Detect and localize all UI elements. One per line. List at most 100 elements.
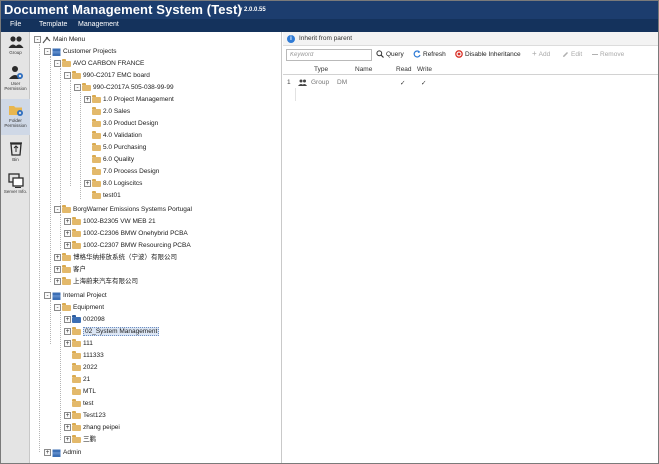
tree-node-test01[interactable]: test01 [84,190,121,201]
tree-node-process-design[interactable]: 7.0 Process Design [84,166,159,177]
edit-button[interactable]: Edit [562,50,582,60]
tree-node-zhang-peipei[interactable]: + zhang peipei [64,422,120,433]
add-button[interactable]: + Add [532,50,550,60]
tree-node-990-c2017a[interactable]: -990-C2017A 505-038-99-99 [74,82,174,93]
tree-node-borgwarner-ningbo[interactable]: + 博格华纳排放系统（宁波）有限公司 [54,252,177,263]
expand-toggle-icon[interactable]: + [64,316,71,323]
rail-item-server-info[interactable]: Server Info. [1,173,30,201]
menu-template[interactable]: Template [39,21,67,28]
tree-node-mtl[interactable]: MTL [64,386,96,397]
rail-item-folder-permission[interactable]: Folder Permission [1,99,30,135]
folder-icon [72,398,81,407]
tree-node-990-c2017[interactable]: -990-C2017 EMC board [64,70,150,81]
folder-icon [72,422,81,431]
refresh-button[interactable]: Refresh [413,50,446,60]
tree-node-1002-c2307[interactable]: +1002-C2307 BMW Resourcing PCBA [64,240,191,251]
column-header-name[interactable]: Name [355,66,372,73]
tree-node-sales[interactable]: 2.0 Sales [84,106,130,117]
rail-item-bin[interactable]: Bin [1,140,30,168]
collapse-toggle-icon[interactable]: - [34,36,41,43]
navigation-rail: Group User Permission Folder Permission … [1,32,30,463]
tree-node-test123[interactable]: + Test123 [64,410,106,421]
expand-toggle-icon[interactable]: + [64,230,71,237]
folder-permission-icon [8,106,23,116]
rail-item-user-permission[interactable]: User Permission [1,65,30,97]
tree-node-customer-cn[interactable]: + 客户 [54,264,86,275]
remove-button[interactable]: Remove [592,50,624,60]
tree-node-2022[interactable]: 2022 [64,362,97,373]
disable-inheritance-button[interactable]: Disable Inheritance [455,50,521,60]
keyword-input[interactable] [286,49,372,61]
rail-label-user-permission: User Permission [4,81,27,91]
tree-node-purchasing[interactable]: 5.0 Purchasing [84,142,146,153]
collapse-toggle-icon[interactable]: - [64,72,71,79]
inherit-label: Inherit from parent [299,35,353,42]
tree-node-test[interactable]: test [64,398,93,409]
menu-file[interactable]: File [10,21,21,28]
expand-toggle-icon[interactable]: + [64,340,71,347]
tree-node-1002-b2305[interactable]: +1002-B2305 VW MEB 21 [64,216,156,227]
collapse-toggle-icon[interactable]: - [54,304,61,311]
tree-node-logistics[interactable]: +8.0 Logiscitcs [84,178,142,189]
expand-toggle-icon[interactable]: + [64,412,71,419]
collapse-toggle-icon[interactable]: - [54,60,61,67]
tree-node-nio-shanghai[interactable]: + 上海蔚来汽车有限公司 [54,276,138,287]
collapse-toggle-icon[interactable]: - [74,84,81,91]
folder-icon [72,410,81,419]
tree-node-product-design[interactable]: 3.0 Product Design [84,118,158,129]
table-row[interactable]: 1 Group DM ✓ ✓ [283,76,658,101]
bin-icon [9,142,22,156]
database-icon [52,449,61,457]
rail-label-folder-permission: Folder Permission [4,118,27,128]
collapse-toggle-icon[interactable]: - [44,48,51,55]
menu-management[interactable]: Management [78,21,119,28]
expand-toggle-icon[interactable]: + [84,96,91,103]
tree-node-project-management[interactable]: +1.0 Project Management [84,94,174,105]
collapse-toggle-icon[interactable]: - [44,292,51,299]
tree-node-internal-project[interactable]: - Internal Project [44,290,107,301]
database-icon [52,48,61,56]
tree-node-sanpeng[interactable]: + 三鹏 [64,434,96,445]
tree-node-customer-projects[interactable]: - Customer Projects [44,46,116,57]
expand-toggle-icon[interactable]: + [64,242,71,249]
read-check-icon[interactable]: ✓ [400,79,405,87]
expand-toggle-icon[interactable]: + [64,328,71,335]
collapse-toggle-icon[interactable]: - [54,206,61,213]
tree-node-quality[interactable]: 6.0 Quality [84,154,134,165]
permissions-toolbar: Query Refresh Disable Inheritance +Add E… [283,47,658,63]
column-header-type[interactable]: Type [314,66,328,73]
tree-node-21[interactable]: 21 [64,374,90,385]
expand-toggle-icon[interactable]: + [64,424,71,431]
write-check-icon[interactable]: ✓ [421,79,426,87]
expand-toggle-icon[interactable]: + [64,218,71,225]
tree-node-borgwarner[interactable]: - BorgWarner Emissions Systems Portugal [54,204,192,215]
expand-toggle-icon[interactable]: + [54,278,61,285]
tree-node-avo-carbon-france[interactable]: - AVO CARBON FRANCE [54,58,144,69]
folder-icon [72,314,81,323]
tree-node-validation[interactable]: 4.0 Validation [84,130,142,141]
column-header-write[interactable]: Write [417,66,432,73]
tree-node-admin[interactable]: + Admin [44,447,81,458]
folder-icon [92,142,101,151]
tree-node-main-menu[interactable]: - Main Menu [34,34,85,45]
expand-toggle-icon[interactable]: + [54,266,61,273]
folder-icon [92,178,101,187]
rail-item-group[interactable]: Group [1,35,30,63]
expand-toggle-icon[interactable]: + [54,254,61,261]
tree-node-111333[interactable]: 111333 [64,350,104,361]
menu-bar: File Template Management [1,19,658,32]
inherit-banner: i Inherit from parent [283,32,658,46]
tree-node-system-management[interactable]: +02_System Management [64,326,160,337]
tree-node-1002-c2306[interactable]: +1002-C2306 BMW Onehybrid PCBA [64,228,188,239]
expand-toggle-icon[interactable]: + [64,436,71,443]
folder-icon [92,94,101,103]
tree-node-equipment[interactable]: - Equipment [54,302,104,313]
expand-toggle-icon[interactable]: + [44,449,51,456]
app-version: v 2.0.0.55 [239,7,266,13]
tree-node-002098[interactable]: +002098 [64,314,105,325]
tree-node-111[interactable]: +111 [64,338,93,349]
column-header-read[interactable]: Read [396,66,412,73]
folder-icon [72,386,81,395]
query-button[interactable]: Query [376,50,404,60]
expand-toggle-icon[interactable]: + [84,180,91,187]
